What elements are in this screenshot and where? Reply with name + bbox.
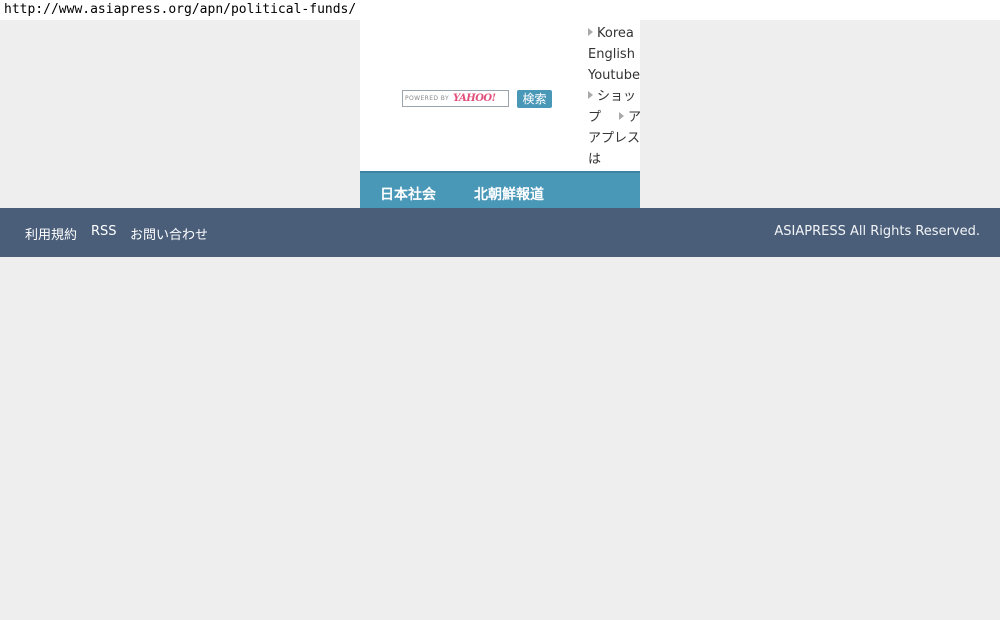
link-shop-continued[interactable]: プ: [588, 110, 601, 125]
link-row-5[interactable]: プア: [588, 107, 640, 128]
main-nav: 日本社会 北朝鮮報道: [360, 171, 640, 208]
site-footer: 利用規約 RSS お問い合わせ ASIAPRESS All Rights Res…: [0, 208, 1000, 257]
header-links: Korea English Youtube ショッ プア アプレス は: [588, 23, 640, 170]
search-input[interactable]: POWERED BY YAHOO!: [402, 90, 509, 107]
link-asiapress-end[interactable]: は: [588, 149, 640, 170]
link-asiapress[interactable]: ア: [628, 110, 640, 125]
copyright-text: ASIAPRESS All Rights Reserved.: [774, 224, 980, 239]
footer-link-rss[interactable]: RSS: [91, 224, 117, 239]
nav-item-north-korea-report[interactable]: 北朝鮮報道: [474, 184, 544, 204]
footer-link-contact[interactable]: お問い合わせ: [130, 224, 208, 243]
triangle-bullet-icon: [588, 28, 593, 36]
link-korea[interactable]: Korea: [597, 26, 634, 41]
search-button[interactable]: 検索: [517, 90, 552, 108]
link-korea-row[interactable]: Korea: [588, 23, 640, 44]
footer-link-terms[interactable]: 利用規約: [25, 224, 77, 243]
link-english[interactable]: English: [588, 44, 640, 65]
triangle-bullet-icon: [588, 91, 593, 99]
nav-item-japan-society[interactable]: 日本社会: [380, 184, 436, 204]
link-asiapress-continued[interactable]: アプレス: [588, 128, 640, 149]
url-text: http://www.asiapress.org/apn/political-f…: [4, 2, 357, 17]
link-youtube[interactable]: Youtube: [588, 65, 640, 86]
link-shop-row[interactable]: ショッ: [588, 86, 640, 107]
yahoo-logo: YAHOO!: [453, 93, 496, 104]
triangle-bullet-icon: [619, 112, 625, 120]
url-bar: http://www.asiapress.org/apn/political-f…: [0, 0, 1000, 20]
powered-by-label: POWERED BY: [405, 95, 450, 102]
link-shop[interactable]: ショッ: [597, 89, 636, 104]
site-header: POWERED BY YAHOO! 検索 Korea English Youtu…: [360, 20, 640, 171]
